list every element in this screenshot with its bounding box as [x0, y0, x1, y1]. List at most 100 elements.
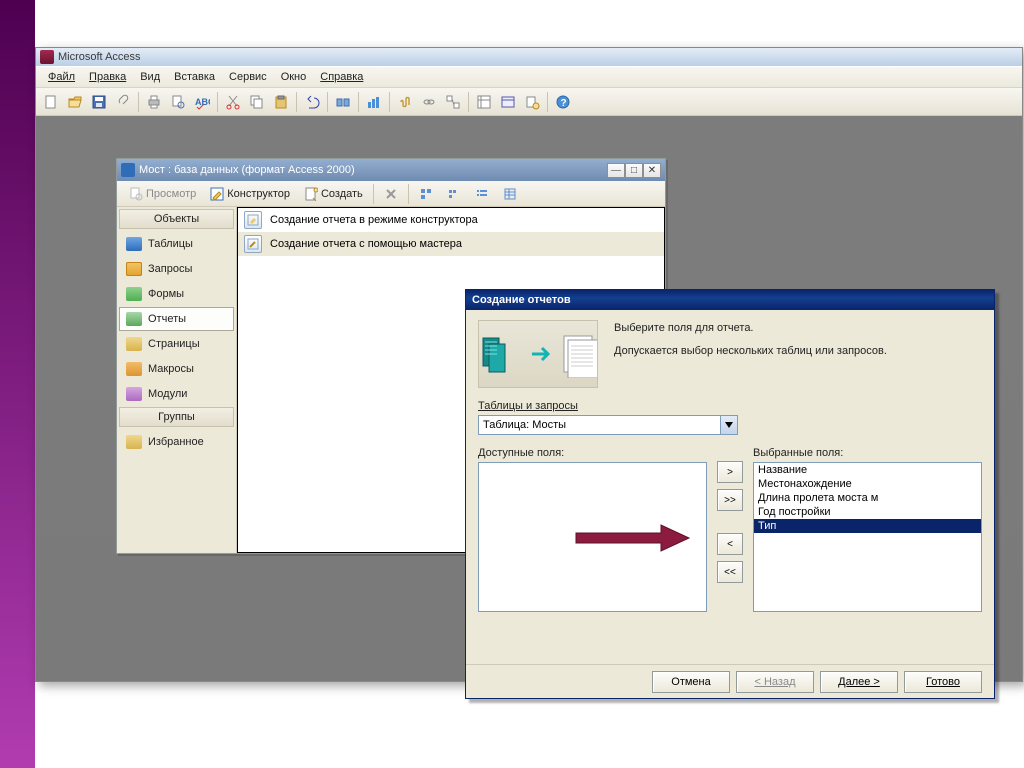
menu-view[interactable]: Вид — [134, 69, 166, 85]
print-icon[interactable] — [143, 91, 165, 113]
designer-icon — [210, 187, 224, 201]
cat-label: Формы — [148, 288, 184, 300]
move-right-button[interactable]: > — [717, 461, 743, 483]
small-icons-button[interactable] — [441, 185, 467, 203]
menu-window[interactable]: Окно — [275, 69, 313, 85]
next-button[interactable]: Далее > — [820, 671, 898, 693]
cancel-button[interactable]: Отмена — [652, 671, 730, 693]
print-preview-icon[interactable] — [167, 91, 189, 113]
db-window-icon — [121, 163, 135, 177]
tables-queries-label: Таблицы и запросы — [478, 400, 982, 412]
db-toolbar[interactable]: Просмотр Конструктор Создать — [117, 181, 665, 207]
category-favorites[interactable]: Избранное — [119, 430, 234, 454]
available-column: Доступные поля: — [478, 447, 707, 612]
menu-edit[interactable]: Правка — [83, 69, 132, 85]
attach-icon[interactable] — [112, 91, 134, 113]
slide-left-accent — [0, 0, 35, 768]
open-icon[interactable] — [64, 91, 86, 113]
move-left-all-button[interactable]: << — [717, 561, 743, 583]
category-pages[interactable]: Страницы — [119, 332, 234, 356]
tables-queries-combo[interactable]: Таблица: Мосты — [478, 415, 738, 435]
db-title-text: Мост : база данных (формат Access 2000) — [139, 164, 355, 176]
combo-dropdown-icon[interactable] — [720, 416, 737, 434]
favorites-icon — [126, 435, 142, 449]
wizard-banner-icon — [478, 320, 598, 388]
new-object-icon[interactable] — [521, 91, 543, 113]
svg-text:?: ? — [561, 98, 567, 109]
maximize-button[interactable]: □ — [625, 163, 643, 178]
close-button[interactable]: ✕ — [643, 163, 661, 178]
hyperlink-hand-icon[interactable] — [394, 91, 416, 113]
move-left-button[interactable]: < — [717, 533, 743, 555]
relationships-icon[interactable] — [442, 91, 464, 113]
main-toolbar[interactable]: ABC ? — [36, 88, 1022, 116]
undo-icon[interactable] — [301, 91, 323, 113]
tables-icon — [126, 237, 142, 251]
list-item[interactable]: Тип — [754, 519, 981, 533]
menubar[interactable]: Файл Правка Вид Вставка Сервис Окно Спра… — [36, 66, 1022, 88]
selected-fields-listbox[interactable]: Название Местонахождение Длина пролета м… — [753, 462, 982, 612]
cut-icon[interactable] — [222, 91, 244, 113]
category-tables[interactable]: Таблицы — [119, 232, 234, 256]
menu-insert[interactable]: Вставка — [168, 69, 221, 85]
category-queries[interactable]: Запросы — [119, 257, 234, 281]
wizard-prompt-1: Выберите поля для отчета. — [614, 320, 982, 337]
list-item-create-wizard[interactable]: Создание отчета с помощью мастера — [238, 232, 664, 256]
category-reports[interactable]: Отчеты — [119, 307, 234, 331]
paste-icon[interactable] — [270, 91, 292, 113]
small-icons-icon — [447, 187, 461, 201]
screenshot-slide: Microsoft Access Файл Правка Вид Вставка… — [35, 47, 1023, 682]
toolbar-separator — [468, 92, 469, 112]
wizard-body: Выберите поля для отчета. Допускается вы… — [466, 310, 994, 662]
list-item-label: Создание отчета в режиме конструктора — [270, 214, 478, 226]
object-categories[interactable]: Объекты Таблицы Запросы Формы Отчеты Стр… — [117, 207, 237, 553]
toolbar-separator — [408, 184, 409, 204]
menu-help[interactable]: Справка — [314, 69, 369, 85]
available-fields-listbox[interactable] — [478, 462, 707, 612]
category-modules[interactable]: Модули — [119, 382, 234, 406]
copy-icon[interactable] — [246, 91, 268, 113]
properties-icon[interactable] — [473, 91, 495, 113]
preview-icon — [129, 187, 143, 201]
category-forms[interactable]: Формы — [119, 282, 234, 306]
designer-button[interactable]: Конструктор — [204, 185, 296, 203]
cat-label: Таблицы — [148, 238, 193, 250]
designer-label: Конструктор — [227, 188, 290, 200]
wizard-titlebar[interactable]: Создание отчетов — [466, 290, 994, 310]
list-item[interactable]: Длина пролета моста м — [754, 491, 981, 505]
macros-icon — [126, 362, 142, 376]
create-button[interactable]: Создать — [298, 185, 369, 203]
list-view-icon — [475, 187, 489, 201]
list-view-button[interactable] — [469, 185, 495, 203]
analyze-icon[interactable] — [363, 91, 385, 113]
db-titlebar[interactable]: Мост : база данных (формат Access 2000) … — [117, 159, 665, 181]
list-item[interactable]: Местонахождение — [754, 477, 981, 491]
back-button[interactable]: < Назад — [736, 671, 814, 693]
report-wizard-dialog[interactable]: Создание отчетов Выберите поля для отчет… — [465, 289, 995, 699]
delete-button[interactable] — [378, 185, 404, 203]
help-icon[interactable]: ? — [552, 91, 574, 113]
office-links-icon[interactable] — [332, 91, 354, 113]
cat-label: Избранное — [148, 436, 204, 448]
spellcheck-icon[interactable]: ABC — [191, 91, 213, 113]
large-icons-button[interactable] — [413, 185, 439, 203]
toolbar-separator — [327, 92, 328, 112]
access-main-window: Microsoft Access Файл Правка Вид Вставка… — [36, 48, 1022, 166]
chain-link-icon[interactable] — [418, 91, 440, 113]
save-icon[interactable] — [88, 91, 110, 113]
new-file-icon[interactable] — [40, 91, 62, 113]
minimize-button[interactable]: — — [607, 163, 625, 178]
toolbar-separator — [217, 92, 218, 112]
finish-button[interactable]: Готово — [904, 671, 982, 693]
preview-button[interactable]: Просмотр — [123, 185, 202, 203]
category-macros[interactable]: Макросы — [119, 357, 234, 381]
move-right-all-button[interactable]: >> — [717, 489, 743, 511]
list-item-create-designer[interactable]: Создание отчета в режиме конструктора — [238, 208, 664, 232]
menu-file[interactable]: Файл — [42, 69, 81, 85]
menu-tools[interactable]: Сервис — [223, 69, 273, 85]
list-item[interactable]: Год постройки — [754, 505, 981, 519]
cat-label: Модули — [148, 388, 187, 400]
db-window-icon[interactable] — [497, 91, 519, 113]
details-view-button[interactable] — [497, 185, 523, 203]
list-item[interactable]: Название — [754, 463, 981, 477]
